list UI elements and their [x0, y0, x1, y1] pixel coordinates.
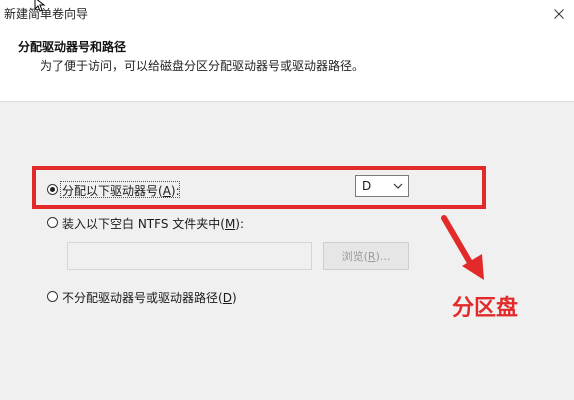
- red-arrow-icon: [441, 215, 484, 280]
- close-icon: [554, 9, 564, 19]
- browse-label-post: )...: [375, 249, 391, 263]
- title-bar: 新建简单卷向导: [0, 0, 574, 28]
- mount-folder-radio[interactable]: [47, 217, 58, 228]
- browse-hotkey: R: [367, 249, 376, 263]
- mount-folder-label[interactable]: 装入以下空白 NTFS 文件夹中(M):: [62, 215, 244, 232]
- highlight-box: [32, 166, 486, 209]
- window-title: 新建简单卷向导: [4, 7, 89, 21]
- annotation-label: 分区盘: [452, 296, 519, 321]
- folder-path-input[interactable]: [67, 242, 312, 270]
- page-subtitle: 为了便于访问，可以给磁盘分区分配驱动器号或驱动器路径。: [40, 59, 365, 73]
- browse-label-pre: 浏览(: [341, 250, 368, 263]
- browse-button[interactable]: 浏览(R)...: [323, 242, 409, 270]
- page-title: 分配驱动器号和路径: [18, 40, 127, 54]
- wizard-header: 分配驱动器号和路径 为了便于访问，可以给磁盘分区分配驱动器号或驱动器路径。: [0, 28, 574, 102]
- no-assign-label[interactable]: 不分配驱动器号或驱动器路径(D): [62, 289, 237, 306]
- no-assign-radio[interactable]: [47, 291, 58, 302]
- close-button[interactable]: [544, 0, 574, 28]
- mouse-cursor-icon: [34, 0, 46, 12]
